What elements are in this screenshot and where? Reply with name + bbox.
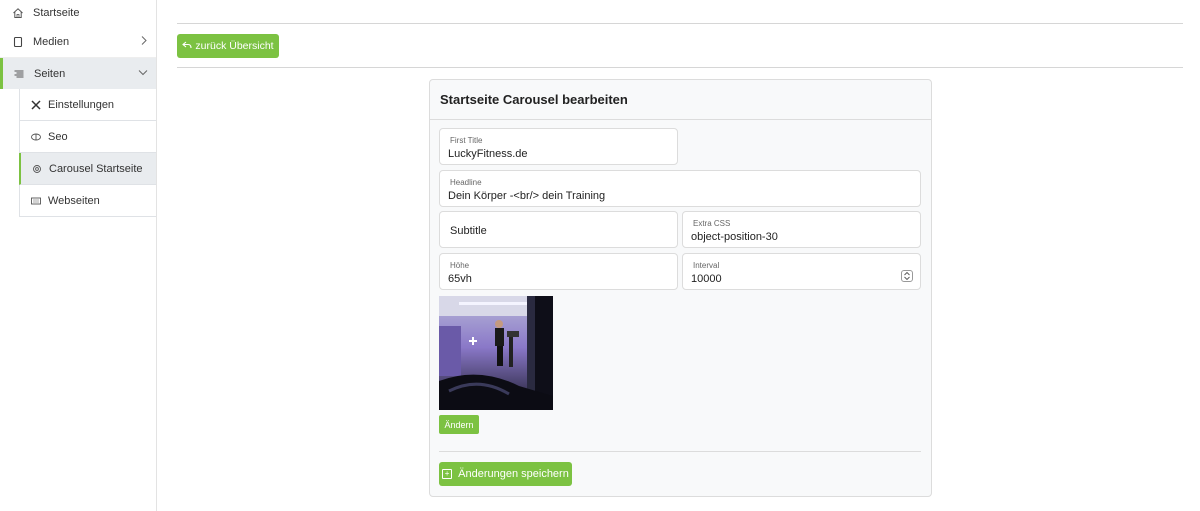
sidebar-subitem-seo[interactable]: Seo — [19, 121, 156, 153]
chevron-down-icon — [138, 68, 148, 79]
sidebar-item-medien[interactable]: Medien — [0, 27, 156, 58]
hoehe-value: 65vh — [448, 273, 472, 285]
sidebar-item-seiten[interactable]: Seiten — [0, 58, 156, 89]
back-button-label: zurück Übersicht — [195, 40, 274, 52]
sidebar-subitem-einstellungen[interactable]: Einstellungen — [19, 89, 156, 121]
plus-square-icon: + — [442, 469, 453, 479]
change-image-button[interactable]: Ändern — [439, 415, 479, 434]
headline-field[interactable]: Headline Dein Körper -<br/> dein Trainin… — [439, 170, 921, 207]
sidebar-item-startseite[interactable]: Startseite — [0, 0, 156, 25]
extra-css-value: object-position-30 — [691, 231, 778, 243]
hoehe-field[interactable]: Höhe 65vh — [439, 253, 678, 290]
extra-css-field[interactable]: Extra CSS object-position-30 — [682, 211, 921, 248]
list-icon — [12, 67, 26, 81]
first-title-value: LuckyFitness.de — [448, 148, 528, 160]
file-icon — [11, 35, 25, 49]
tools-icon — [30, 99, 42, 111]
stepper-icon[interactable] — [901, 270, 913, 282]
sidebar-item-label: Medien — [33, 36, 70, 48]
back-to-overview-button[interactable]: zurück Übersicht — [177, 34, 279, 58]
sidebar-subitem-label: Webseiten — [48, 194, 100, 207]
sidebar-item-label: Startseite — [33, 6, 80, 19]
sidebar-subitem-label: Seo — [48, 130, 68, 143]
card-title: Startseite Carousel bearbeiten — [430, 80, 931, 120]
interval-value: 10000 — [691, 273, 722, 285]
interval-field[interactable]: Interval 10000 — [682, 253, 921, 290]
gear-icon — [31, 163, 43, 175]
sidebar: Startseite Medien Seiten Einstellungen S… — [0, 0, 157, 511]
save-button-label: Änderungen speichern — [458, 468, 569, 480]
first-title-field[interactable]: First Title LuckyFitness.de — [439, 128, 678, 165]
save-changes-button[interactable]: + Änderungen speichern — [439, 462, 572, 486]
sidebar-item-label: Seiten — [34, 67, 66, 80]
first-title-label: First Title — [450, 136, 483, 145]
sidebar-subitem-webseiten[interactable]: Webseiten — [19, 185, 156, 217]
headline-value: Dein Körper -<br/> dein Training — [448, 190, 606, 202]
subtitle-placeholder: Subtitle — [450, 225, 487, 237]
top-divider — [177, 23, 1183, 24]
chevron-right-icon — [140, 36, 148, 49]
sidebar-subitem-carousel-startseite[interactable]: Carousel Startseite — [19, 153, 156, 185]
seo-icon — [30, 131, 42, 143]
toolbar-divider — [177, 67, 1183, 68]
form-divider — [439, 451, 921, 452]
interval-label: Interval — [693, 261, 720, 270]
carousel-edit-card: Startseite Carousel bearbeiten First Tit… — [429, 79, 932, 497]
sidebar-subitem-label: Carousel Startseite — [49, 162, 143, 175]
home-icon — [11, 6, 25, 20]
extra-css-label: Extra CSS — [693, 219, 731, 228]
subtitle-field[interactable]: Subtitle — [439, 211, 678, 248]
carousel-image — [439, 296, 553, 410]
headline-label: Headline — [450, 178, 482, 187]
window-icon — [30, 195, 42, 207]
sidebar-subitem-label: Einstellungen — [48, 98, 115, 111]
hoehe-label: Höhe — [450, 261, 470, 270]
undo-arrow-icon — [182, 40, 192, 52]
